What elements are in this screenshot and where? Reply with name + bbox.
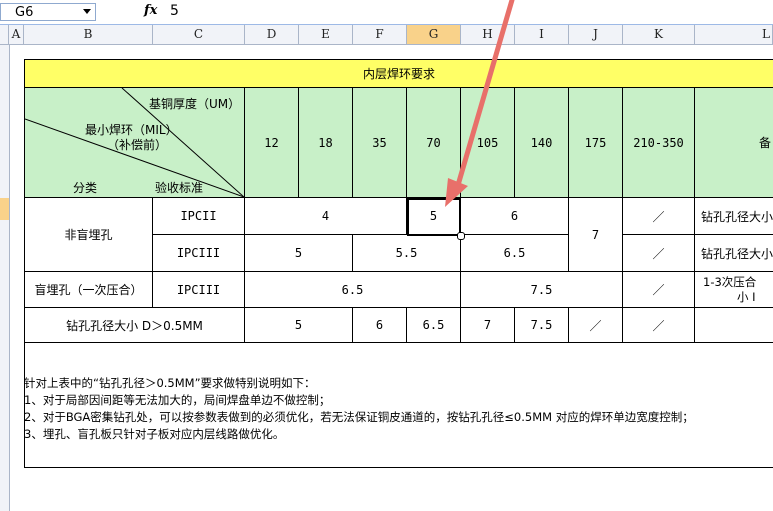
arrow-head: [445, 178, 468, 207]
arrow-shaft: [453, 0, 515, 195]
annotation-arrow-icon: [445, 0, 515, 207]
